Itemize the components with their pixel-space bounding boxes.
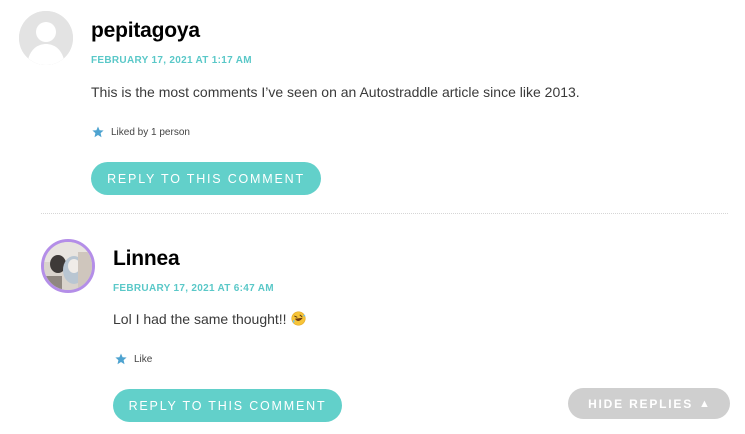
reply-to-reply-button[interactable]: REPLY TO THIS COMMENT	[113, 389, 342, 422]
reply-text: Lol I had the same thought!!	[113, 311, 306, 327]
reply-date[interactable]: FEBRUARY 17, 2021 AT 6:47 AM	[113, 283, 274, 294]
reply-like[interactable]: Like	[115, 353, 152, 365]
comment-author[interactable]: pepitagoya	[91, 19, 200, 43]
reply-author[interactable]: Linnea	[113, 247, 180, 271]
triangle-up-icon: ▲	[699, 397, 710, 410]
star-icon	[92, 126, 104, 138]
hide-replies-label: HIDE REPLIES	[588, 396, 694, 411]
divider	[41, 213, 728, 214]
like-label: Like	[134, 353, 153, 365]
rofl-emoji-icon	[291, 311, 306, 326]
default-avatar-icon[interactable]	[19, 11, 73, 65]
comment-date[interactable]: FEBRUARY 17, 2021 AT 1:17 AM	[91, 55, 252, 66]
star-icon	[115, 353, 127, 365]
hide-replies-button[interactable]: HIDE REPLIES ▲	[568, 388, 730, 419]
likes-label: Liked by 1 person	[111, 126, 190, 138]
reply-text-content: Lol I had the same thought!!	[113, 311, 287, 327]
comments-thread: pepitagoya FEBRUARY 17, 2021 AT 1:17 AM …	[0, 0, 745, 434]
comment-likes[interactable]: Liked by 1 person	[92, 126, 190, 138]
user-avatar[interactable]	[41, 239, 95, 293]
comment-text: This is the most comments I’ve seen on a…	[91, 84, 580, 100]
reply-button[interactable]: REPLY TO THIS COMMENT	[91, 162, 321, 195]
